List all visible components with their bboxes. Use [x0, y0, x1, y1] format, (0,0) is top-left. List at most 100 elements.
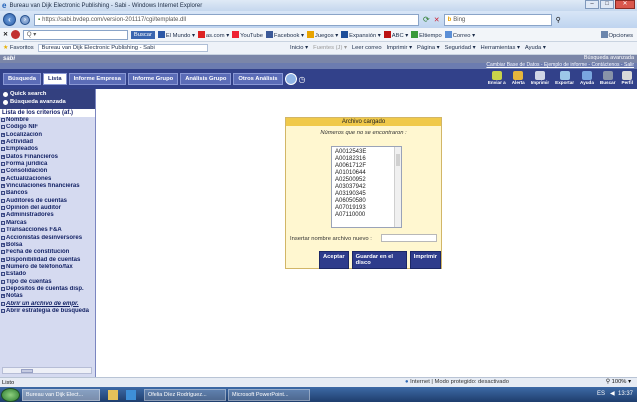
expand-icon[interactable]: +	[1, 264, 5, 269]
toolbar-options[interactable]: Opciones	[600, 30, 633, 39]
criteria-item[interactable]: + Notas	[1, 293, 95, 300]
checkbox-icon[interactable]: □	[1, 147, 5, 152]
checkbox-icon[interactable]: □	[1, 250, 5, 255]
expand-icon[interactable]: +	[1, 154, 5, 159]
checkbox-icon[interactable]: □	[1, 198, 5, 203]
list-item[interactable]: A06050580	[335, 198, 398, 205]
header-links[interactable]: Cambiar Base de Datos - Ejemplo de infor…	[486, 62, 634, 68]
export-button[interactable]: Exportar	[555, 71, 574, 85]
cmd-ayuda[interactable]: Ayuda ▾	[525, 45, 546, 51]
toolbar-search-button[interactable]: Buscar	[130, 30, 155, 39]
cmd-herramientas[interactable]: Herramientas ▾	[481, 45, 520, 51]
expand-icon[interactable]: +	[1, 132, 5, 137]
accept-button[interactable]: Aceptar	[319, 251, 349, 269]
start-button[interactable]	[1, 387, 20, 402]
checkbox-icon[interactable]: □	[1, 228, 5, 233]
checkbox-icon[interactable]: □	[1, 286, 5, 291]
cmd-seguridad[interactable]: Seguridad ▾	[445, 45, 476, 51]
checkbox-icon[interactable]: □	[1, 162, 5, 167]
list-item[interactable]: A00182316	[335, 156, 398, 163]
criteria-item[interactable]: + Disponibilidad de cuentas	[1, 257, 95, 264]
tab-otros-analisis[interactable]: Otros Análisis	[233, 73, 283, 85]
list-item[interactable]: A03190345	[335, 191, 398, 198]
header-advanced-search[interactable]: Búsqueda avanzada	[584, 55, 634, 61]
expand-icon[interactable]: +	[1, 257, 5, 262]
list-item[interactable]: A07110000	[335, 212, 398, 219]
criteria-item[interactable]: □ Transacciones F&A	[1, 227, 95, 234]
criteria-item[interactable]: + Número de teléfono/fax	[1, 264, 95, 271]
list-scrollbar[interactable]	[394, 147, 401, 227]
tab-busqueda[interactable]: Búsqueda	[3, 73, 42, 85]
explorer-icon[interactable]	[108, 389, 118, 400]
criteria-item[interactable]: □ Accionistas desinversores	[1, 235, 95, 242]
checkbox-icon[interactable]: □	[1, 191, 5, 196]
criteria-item[interactable]: + Bolsa	[1, 242, 95, 249]
search-input[interactable]: b Bing	[443, 13, 552, 26]
media-icon[interactable]	[126, 389, 136, 400]
tab-analisis-grupo[interactable]: Análisis Grupo	[180, 73, 232, 85]
toolbar-item-as[interactable]: as.com ▾	[197, 30, 229, 39]
criteria-item[interactable]: + Actualizaciones	[1, 176, 95, 183]
maximize-button[interactable]: □	[600, 0, 614, 9]
not-found-list[interactable]: A0012543E A00182316 A0061712F A01010644 A025…	[331, 146, 402, 228]
history-icon[interactable]: ◷	[299, 75, 306, 84]
tab-informe-empresa[interactable]: Informe Empresa	[68, 73, 126, 85]
list-item[interactable]: A01010644	[335, 170, 398, 177]
checkbox-icon[interactable]: □	[1, 272, 5, 277]
criteria-item[interactable]: + Administradores	[1, 212, 95, 219]
toolbar-item-elmundo[interactable]: El Mundo ▾	[157, 30, 195, 39]
taskbar-item-outlook[interactable]: Ofelia Díez Rodríguez...	[144, 388, 226, 401]
criteria-item[interactable]: □ Consolidación	[1, 168, 95, 175]
checkbox-icon[interactable]: □	[1, 235, 5, 240]
expand-icon[interactable]: +	[1, 184, 5, 189]
cmd-fuentes[interactable]: Fuentes (J) ▾	[313, 45, 347, 51]
cmd-leer-correo[interactable]: Leer correo	[352, 45, 382, 51]
language-indicator[interactable]: ES	[597, 391, 605, 397]
cmd-imprimir[interactable]: Imprimir ▾	[387, 45, 412, 51]
checkbox-icon[interactable]: □	[1, 206, 5, 211]
criteria-item[interactable]: □ Abrir estrategia de búsqueda	[1, 308, 95, 315]
print-dialog-button[interactable]: Imprimir	[409, 251, 441, 269]
favorites-button[interactable]: ★ Favoritos	[3, 45, 34, 51]
criteria-item[interactable]: □ Depósitos de cuentas disp.	[1, 286, 95, 293]
volume-icon[interactable]: ◀	[610, 391, 615, 397]
minimize-button[interactable]: –	[585, 0, 599, 9]
stop-icon[interactable]: ✕	[434, 16, 440, 24]
quick-search-link[interactable]: Quick search	[3, 91, 92, 97]
toolbar-item-correo[interactable]: Correo ▾	[444, 30, 475, 39]
criteria-item[interactable]: □ Auditores de cuentas	[1, 198, 95, 205]
list-item[interactable]: A03037942	[335, 184, 398, 191]
expand-icon[interactable]: +	[1, 176, 5, 181]
criteria-item[interactable]: □ Abrir un archivo de empr.	[1, 301, 95, 308]
criteria-item[interactable]: □ Código NIF	[1, 124, 95, 131]
taskbar-item-powerpoint[interactable]: Microsoft PowerPoint...	[228, 388, 310, 401]
sidebar-scrollbar[interactable]	[2, 367, 92, 374]
checkbox-icon[interactable]: □	[1, 220, 5, 225]
criteria-item[interactable]: + Datos Financieros	[1, 154, 95, 161]
checkbox-icon[interactable]: □	[1, 125, 5, 130]
expand-icon[interactable]: +	[1, 140, 5, 145]
criteria-item[interactable]: □ Estado	[1, 271, 95, 278]
profile-button[interactable]: Perfil	[622, 71, 633, 85]
cmd-inicio[interactable]: Inicio ▾	[290, 45, 308, 51]
list-item[interactable]: A07019193	[335, 205, 398, 212]
criteria-item[interactable]: □ Forma jurídica	[1, 161, 95, 168]
checkbox-icon[interactable]: □	[1, 118, 5, 122]
taskbar-item-ie[interactable]: Bureau van Dijk Elect...	[22, 388, 100, 401]
forward-button[interactable]: ›	[20, 14, 30, 25]
criteria-item[interactable]: □ Fecha de constitución	[1, 249, 95, 256]
filename-input[interactable]	[381, 234, 437, 242]
tab-lista[interactable]: Lista	[43, 73, 67, 85]
toolbar-search-input[interactable]: Q ▾	[22, 29, 128, 40]
toolbar-item-eltiempo[interactable]: Eltiempo	[411, 30, 442, 39]
list-item[interactable]: A02500952	[335, 177, 398, 184]
toolbar-item-youtube[interactable]: YouTube	[232, 30, 263, 39]
expand-icon[interactable]: +	[1, 294, 5, 299]
toolbar-item-expansion[interactable]: Expansión ▾	[341, 30, 381, 39]
search-button[interactable]: Buscar	[600, 71, 616, 85]
criteria-item[interactable]: □ Tipo de cuentas	[1, 279, 95, 286]
send-to-button[interactable]: Enviar a	[488, 71, 506, 85]
toolbar-item-juegos[interactable]: Juegos ▾	[306, 30, 338, 39]
checkbox-icon[interactable]: □	[1, 279, 5, 284]
close-button[interactable]: ✕	[615, 0, 635, 9]
